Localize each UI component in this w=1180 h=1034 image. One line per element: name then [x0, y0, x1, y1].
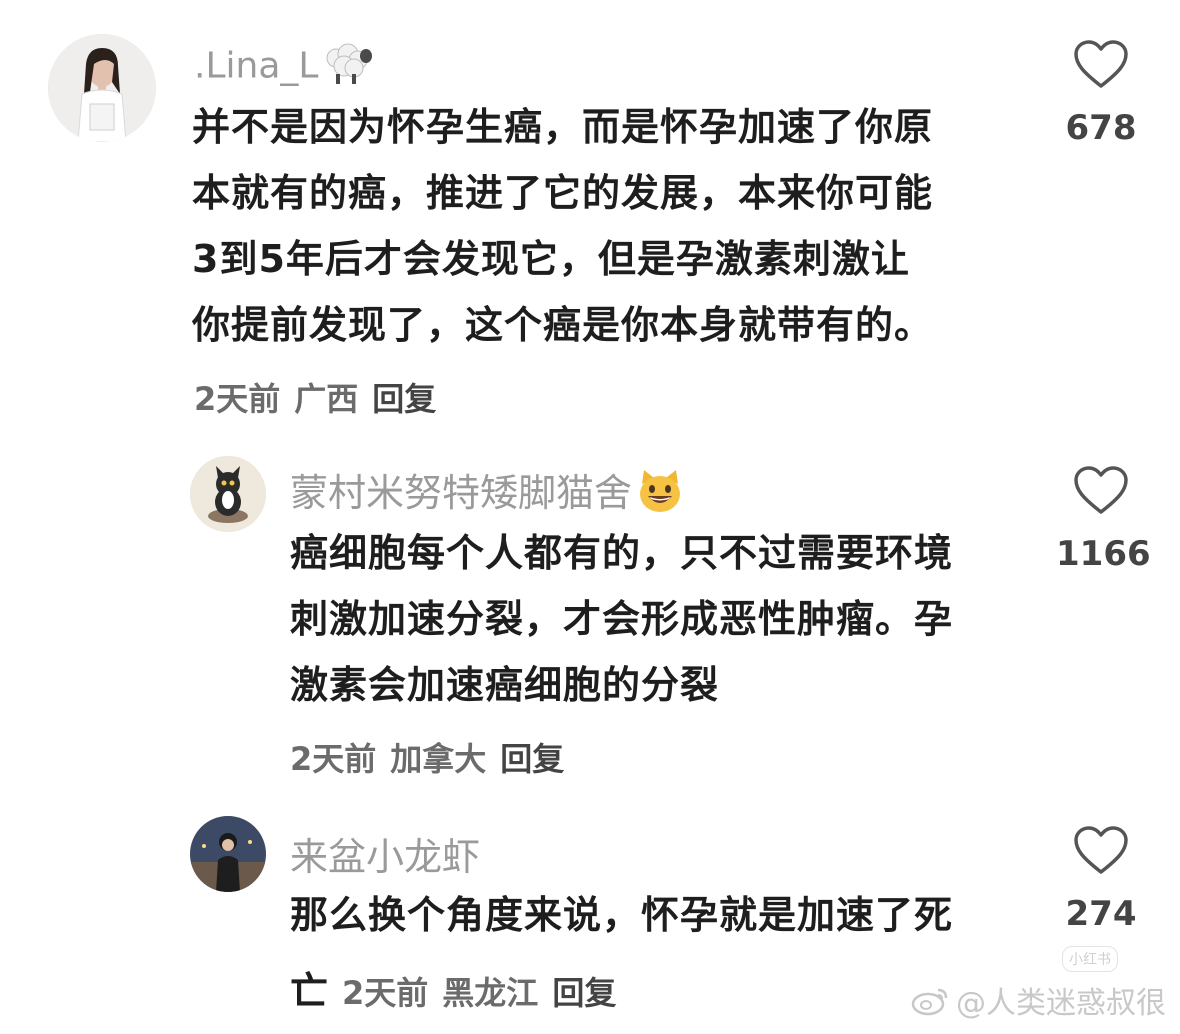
- comment-line: 刺激加速分裂，才会形成恶性肿瘤。孕: [290, 597, 954, 641]
- comment-meta: 亡 2天前 黑龙江 回复: [290, 960, 630, 1015]
- username-text: .Lina_L: [194, 45, 319, 87]
- heart-icon: [1074, 466, 1128, 514]
- comment-text: 癌细胞每个人都有的，只不过需要环境 刺激加速分裂，才会形成恶性肿瘤。孕 激素会加…: [290, 520, 1030, 718]
- comment-line: 3到5年后才会发现它，但是孕激素刺激让: [192, 237, 910, 281]
- avatar[interactable]: [190, 816, 266, 892]
- location: 黑龙江: [442, 974, 539, 1012]
- comment-line: 癌细胞每个人都有的，只不过需要环境: [290, 531, 954, 575]
- heart-icon: [1074, 40, 1128, 88]
- avatar[interactable]: [48, 34, 156, 142]
- comment-line: 激素会加速癌细胞的分裂: [290, 663, 720, 707]
- like-button[interactable]: 1166: [1056, 466, 1151, 574]
- comment-text-tail: 亡: [290, 969, 329, 1013]
- comment-line: 本就有的癌，推进了它的发展，本来你可能: [192, 171, 934, 215]
- comment-text: 并不是因为怀孕生癌，而是怀孕加速了你原 本就有的癌，推进了它的发展，本来你可能 …: [192, 94, 1032, 358]
- comment-meta: 2天前 广西 回复: [194, 374, 450, 420]
- username[interactable]: 蒙村米努特矮脚猫舍: [290, 462, 684, 523]
- reply-button[interactable]: 回复: [500, 740, 564, 778]
- timestamp: 2天前: [342, 974, 429, 1012]
- comment-text: 那么换个角度来说，怀孕就是加速了死: [290, 882, 1030, 948]
- username-text: 来盆小龙虾: [290, 835, 481, 879]
- small-watermark: 小红书: [1062, 946, 1118, 972]
- like-count: 678: [1065, 108, 1137, 148]
- like-button[interactable]: 274: [1056, 826, 1146, 934]
- comment-line: 你提前发现了，这个癌是你本身就带有的。: [192, 303, 934, 347]
- timestamp: 2天前: [194, 380, 281, 418]
- weibo-icon: [910, 984, 950, 1024]
- username-text: 蒙村米努特矮脚猫舍: [290, 471, 633, 515]
- location: 广西: [294, 380, 359, 418]
- location: 加拿大: [390, 740, 487, 778]
- reply-button[interactable]: 回复: [552, 974, 616, 1012]
- like-count: 274: [1065, 894, 1137, 934]
- comment-meta: 2天前 加拿大 回复: [290, 734, 578, 780]
- like-button[interactable]: 678: [1056, 40, 1146, 148]
- avatar[interactable]: [190, 456, 266, 532]
- heart-icon: [1074, 826, 1128, 874]
- like-count: 1166: [1056, 534, 1151, 574]
- username[interactable]: 来盆小龙虾: [290, 826, 480, 881]
- watermark-text: @人类迷惑叔很: [956, 985, 1166, 1021]
- sheep-icon: [322, 40, 374, 95]
- weibo-watermark: @人类迷惑叔很: [910, 978, 1166, 1025]
- grinning-cat-icon: [636, 468, 684, 523]
- timestamp: 2天前: [290, 740, 377, 778]
- comment-line: 并不是因为怀孕生癌，而是怀孕加速了你原: [192, 105, 934, 149]
- reply-button[interactable]: 回复: [372, 380, 436, 418]
- username[interactable]: .Lina_L: [194, 40, 374, 95]
- comment-line: 那么换个角度来说，怀孕就是加速了死: [290, 893, 954, 937]
